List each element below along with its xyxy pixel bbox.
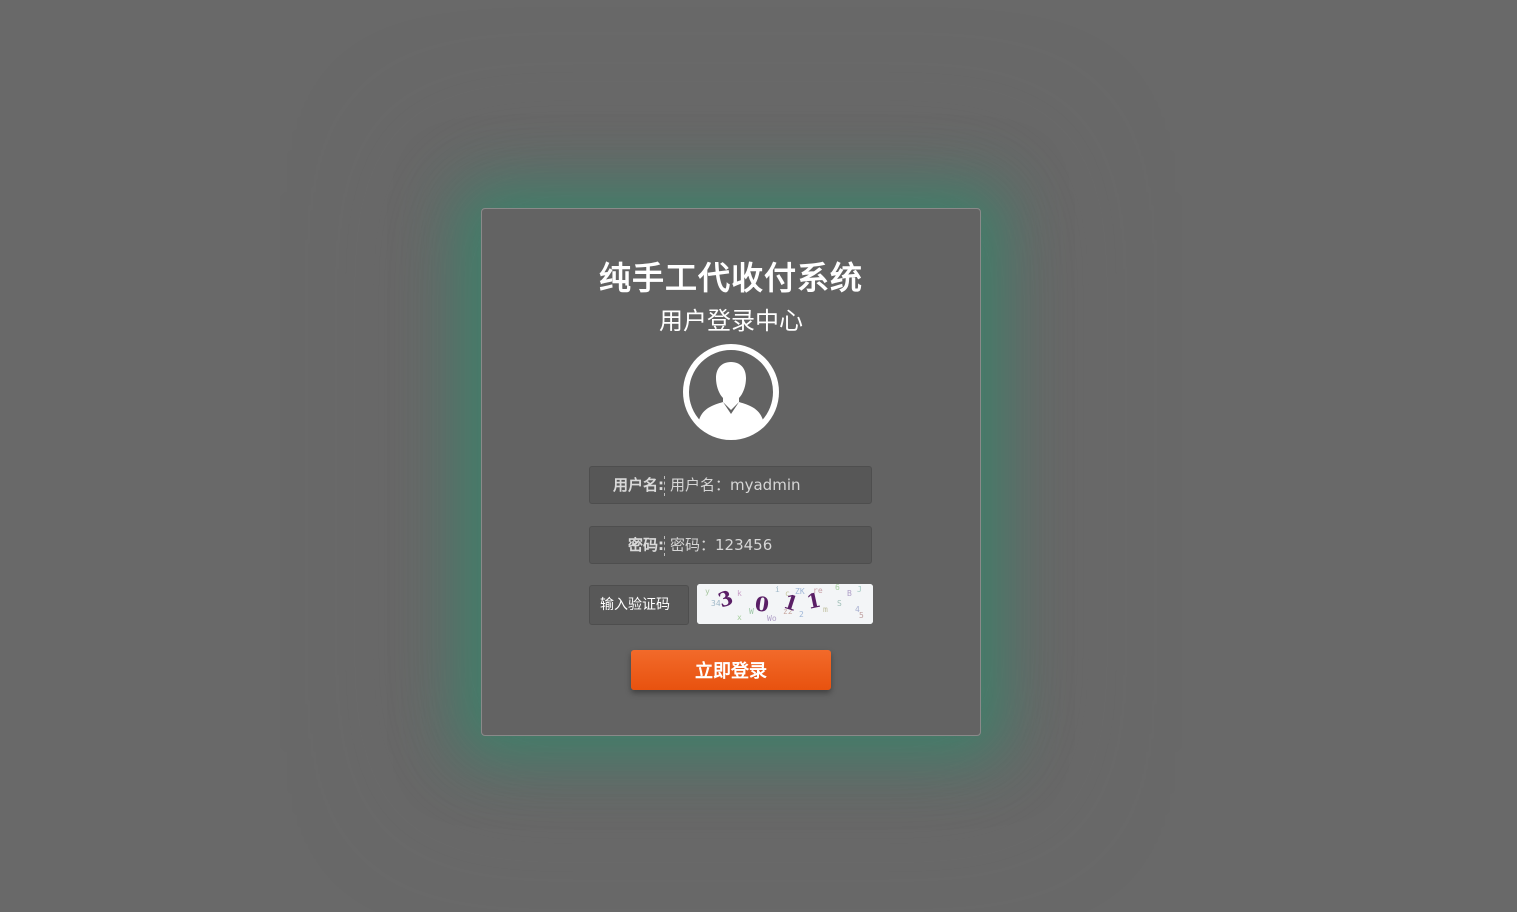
login-card: 纯手工代收付系统 用户登录中心 用户名: 密码: y (481, 208, 981, 736)
username-input[interactable] (670, 467, 865, 503)
password-label: 密码: (628, 536, 664, 554)
svg-text:x: x (737, 613, 742, 622)
login-page: 纯手工代收付系统 用户登录中心 用户名: 密码: y (0, 0, 1517, 912)
user-avatar-icon (683, 344, 779, 440)
svg-text:B: B (847, 589, 852, 598)
username-field: 用户名: (589, 466, 872, 504)
password-input[interactable] (670, 527, 865, 563)
svg-text:k: k (737, 589, 742, 598)
svg-text:2: 2 (799, 610, 804, 619)
page-title: 纯手工代收付系统 (598, 259, 863, 297)
password-field: 密码: (589, 526, 872, 564)
svg-text:y: y (705, 587, 710, 596)
svg-text:i: i (775, 585, 780, 594)
field-divider (664, 476, 665, 496)
captcha-input[interactable] (589, 585, 689, 625)
captcha-image[interactable]: y 34 k W i c ZK re 6 B J x Wo z2 2 m S 4… (697, 584, 873, 624)
svg-text:5: 5 (859, 611, 864, 620)
svg-text:Wo: Wo (767, 614, 777, 623)
svg-text:m: m (823, 605, 828, 614)
login-button[interactable]: 立即登录 (631, 650, 831, 690)
svg-text:S: S (837, 599, 842, 608)
svg-text:6: 6 (835, 584, 840, 592)
svg-text:J: J (857, 585, 862, 594)
username-label: 用户名: (613, 476, 664, 494)
field-divider (664, 536, 665, 556)
page-subtitle: 用户登录中心 (659, 307, 803, 335)
